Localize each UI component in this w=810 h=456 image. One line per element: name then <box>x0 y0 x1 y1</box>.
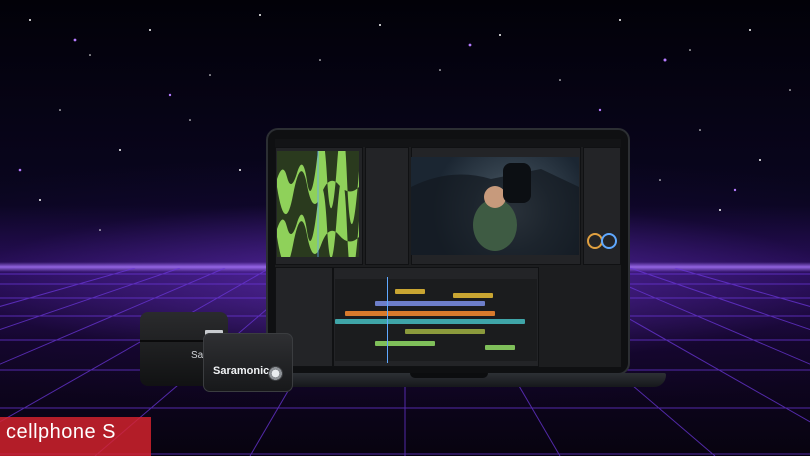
audio-waveform <box>277 151 359 257</box>
receiver-logo: Saramonic <box>213 365 270 377</box>
timeline-playhead[interactable] <box>387 277 388 363</box>
timeline-clip[interactable] <box>345 311 495 316</box>
watermark-text: cellphone S <box>6 421 117 443</box>
effect-controls-panel <box>365 147 409 265</box>
timeline-clip[interactable] <box>335 319 525 324</box>
timeline-tracks <box>335 279 537 361</box>
timeline-clip[interactable] <box>375 301 485 306</box>
timeline-clip[interactable] <box>375 341 435 346</box>
laptop-hinge-notch <box>410 373 488 378</box>
color-wheels-icon <box>587 233 617 249</box>
timeline-clip[interactable] <box>485 345 515 350</box>
wireless-receiver <box>203 333 293 392</box>
video-frame-image <box>411 163 579 255</box>
video-preview <box>411 157 579 255</box>
receiver-power-button <box>268 366 283 381</box>
laptop-screen <box>275 139 621 367</box>
timeline-clip[interactable] <box>453 293 493 298</box>
timeline-clip[interactable] <box>405 329 485 334</box>
timeline-clip[interactable] <box>395 289 425 294</box>
editor-menu-bar <box>275 139 621 147</box>
